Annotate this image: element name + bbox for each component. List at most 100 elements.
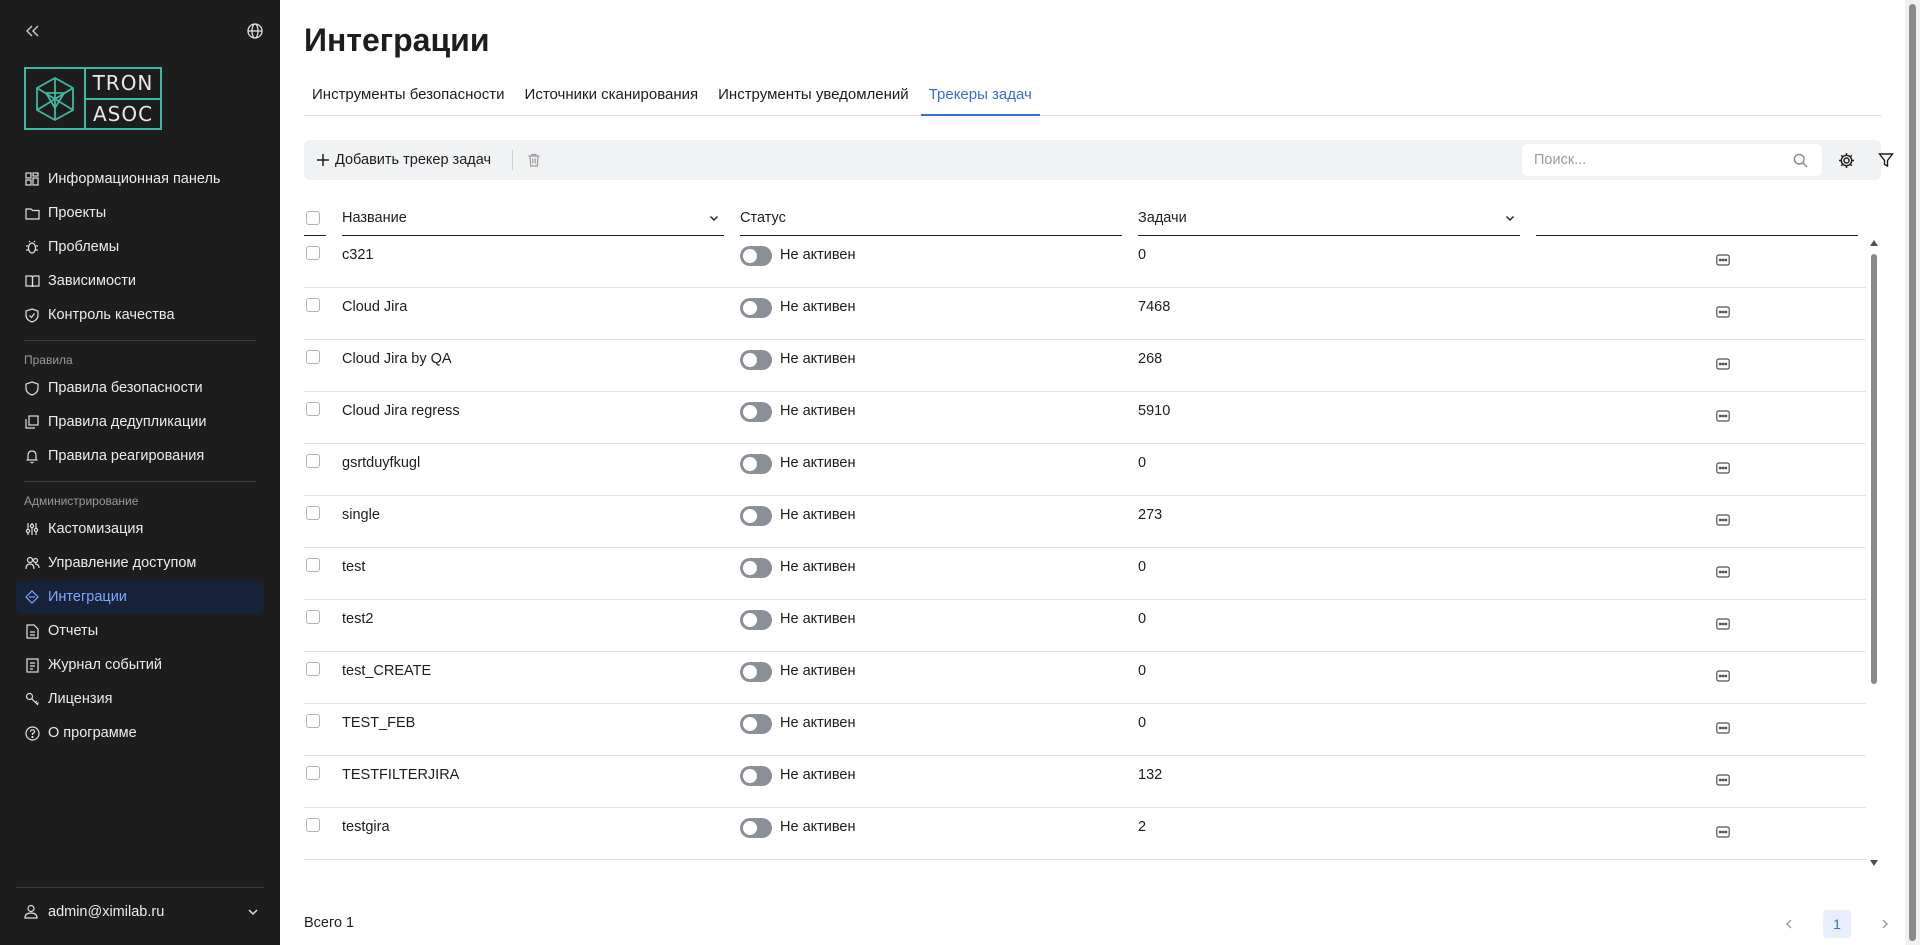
row-status: Не активен — [780, 663, 856, 679]
status-toggle[interactable] — [740, 506, 772, 526]
sidebar-item-event-log[interactable]: Журнал событий — [16, 648, 264, 682]
row-checkbox[interactable] — [306, 246, 320, 260]
status-toggle[interactable] — [740, 246, 772, 266]
plus-icon — [317, 154, 329, 166]
more-actions-icon[interactable] — [1716, 461, 1730, 475]
sidebar-item-label: Проекты — [48, 205, 107, 221]
table-row[interactable]: test Не активен 0 — [304, 548, 1866, 600]
table-row[interactable]: testgira Не активен 2 — [304, 808, 1866, 860]
sidebar-item-access-management[interactable]: Управление доступом — [16, 546, 264, 580]
status-toggle[interactable] — [740, 298, 772, 318]
key-icon — [24, 691, 40, 707]
status-toggle[interactable] — [740, 818, 772, 838]
trash-icon[interactable] — [526, 152, 542, 168]
status-toggle[interactable] — [740, 454, 772, 474]
table-row[interactable]: Cloud Jira by QA Не активен 268 — [304, 340, 1866, 392]
more-actions-icon[interactable] — [1716, 617, 1730, 631]
scroll-up-arrow-icon[interactable] — [1870, 240, 1878, 246]
row-checkbox[interactable] — [306, 298, 320, 312]
sidebar-item-projects[interactable]: Проекты — [16, 196, 264, 230]
sidebar-item-dedup-rules[interactable]: Правила дедупликации — [16, 405, 264, 439]
sidebar-item-license[interactable]: Лицензия — [16, 682, 264, 716]
sidebar-item-problems[interactable]: Проблемы — [16, 230, 264, 264]
column-header-name[interactable]: Название — [342, 200, 724, 236]
filter-icon[interactable] — [1878, 152, 1894, 168]
sidebar-item-about[interactable]: О программе — [16, 716, 264, 750]
page-scrollbar[interactable] — [1905, 0, 1920, 945]
more-actions-icon[interactable] — [1716, 253, 1730, 267]
search-input[interactable] — [1522, 144, 1772, 176]
more-actions-icon[interactable] — [1716, 409, 1730, 423]
tab-task-trackers[interactable]: Трекеры задач — [920, 82, 1040, 116]
page-scroll-thumb[interactable] — [1909, 4, 1916, 941]
column-header-status[interactable]: Статус — [740, 200, 1122, 236]
logo-cube-icon — [26, 69, 86, 128]
row-checkbox[interactable] — [306, 662, 320, 676]
sidebar-item-dashboard[interactable]: Информационная панель — [16, 162, 264, 196]
table-row[interactable]: test2 Не активен 0 — [304, 600, 1866, 652]
table-scrollbar[interactable] — [1866, 236, 1882, 866]
nav-group-rules: Правила — [24, 353, 73, 367]
row-checkbox[interactable] — [306, 766, 320, 780]
row-checkbox[interactable] — [306, 402, 320, 416]
status-toggle[interactable] — [740, 766, 772, 786]
gear-icon[interactable] — [1838, 152, 1855, 169]
row-checkbox[interactable] — [306, 454, 320, 468]
scroll-down-arrow-icon[interactable] — [1870, 860, 1878, 866]
scroll-thumb[interactable] — [1871, 254, 1877, 684]
sort-chevron-down-icon[interactable] — [1504, 212, 1516, 224]
tab-notification-tools[interactable]: Инструменты уведомлений — [710, 82, 917, 116]
table-row[interactable]: test_CREATE Не активен 0 — [304, 652, 1866, 704]
more-actions-icon[interactable] — [1716, 513, 1730, 527]
row-checkbox[interactable] — [306, 350, 320, 364]
user-menu[interactable]: admin@ximilab.ru — [16, 887, 264, 935]
tab-scan-sources[interactable]: Источники сканирования — [517, 82, 707, 116]
status-toggle[interactable] — [740, 610, 772, 630]
add-task-tracker-button[interactable]: Добавить трекер задач — [316, 148, 491, 172]
table-row[interactable]: gsrtduyfkugl Не активен 0 — [304, 444, 1866, 496]
more-actions-icon[interactable] — [1716, 669, 1730, 683]
status-toggle[interactable] — [740, 662, 772, 682]
column-header-actions — [1536, 200, 1858, 236]
page-number-button[interactable]: 1 — [1823, 910, 1851, 938]
language-globe-icon[interactable] — [246, 22, 264, 40]
more-actions-icon[interactable] — [1716, 721, 1730, 735]
table-row[interactable]: TEST_FEB Не активен 0 — [304, 704, 1866, 756]
row-status: Не активен — [780, 507, 856, 523]
more-actions-icon[interactable] — [1716, 773, 1730, 787]
table-row[interactable]: Cloud Jira Не активен 7468 — [304, 288, 1866, 340]
table-row[interactable]: c321 Не активен 0 — [304, 236, 1866, 288]
search-icon[interactable] — [1793, 153, 1808, 168]
status-toggle[interactable] — [740, 558, 772, 578]
sidebar-item-integrations[interactable]: Интеграции — [16, 580, 264, 614]
more-actions-icon[interactable] — [1716, 565, 1730, 579]
status-toggle[interactable] — [740, 714, 772, 734]
sidebar-item-customization[interactable]: Кастомизация — [16, 512, 264, 546]
row-tasks-count: 5910 — [1138, 403, 1171, 419]
sort-chevron-down-icon[interactable] — [708, 212, 720, 224]
tab-security-tools[interactable]: Инструменты безопасности — [304, 82, 513, 116]
table-row[interactable]: TESTFILTERJIRA Не активен 132 — [304, 756, 1866, 808]
prev-page-chevron-icon[interactable] — [1775, 910, 1803, 938]
row-checkbox[interactable] — [306, 714, 320, 728]
row-checkbox[interactable] — [306, 558, 320, 572]
table-row[interactable]: Cloud Jira regress Не активен 5910 — [304, 392, 1866, 444]
sidebar-item-security-rules[interactable]: Правила безопасности — [16, 371, 264, 405]
more-actions-icon[interactable] — [1716, 357, 1730, 371]
select-all-checkbox[interactable] — [306, 210, 320, 225]
status-toggle[interactable] — [740, 350, 772, 370]
sidebar-item-response-rules[interactable]: Правила реагирования — [16, 439, 264, 473]
next-page-chevron-icon[interactable] — [1871, 910, 1899, 938]
row-checkbox[interactable] — [306, 610, 320, 624]
sidebar-item-reports[interactable]: Отчеты — [16, 614, 264, 648]
column-header-tasks[interactable]: Задачи — [1138, 200, 1520, 236]
collapse-sidebar-icon[interactable] — [24, 22, 42, 40]
more-actions-icon[interactable] — [1716, 305, 1730, 319]
sidebar-item-dependencies[interactable]: Зависимости — [16, 264, 264, 298]
sidebar-item-quality-control[interactable]: Контроль качества — [16, 298, 264, 332]
table-row[interactable]: single Не активен 273 — [304, 496, 1866, 548]
row-checkbox[interactable] — [306, 818, 320, 832]
more-actions-icon[interactable] — [1716, 825, 1730, 839]
status-toggle[interactable] — [740, 402, 772, 422]
row-checkbox[interactable] — [306, 506, 320, 520]
